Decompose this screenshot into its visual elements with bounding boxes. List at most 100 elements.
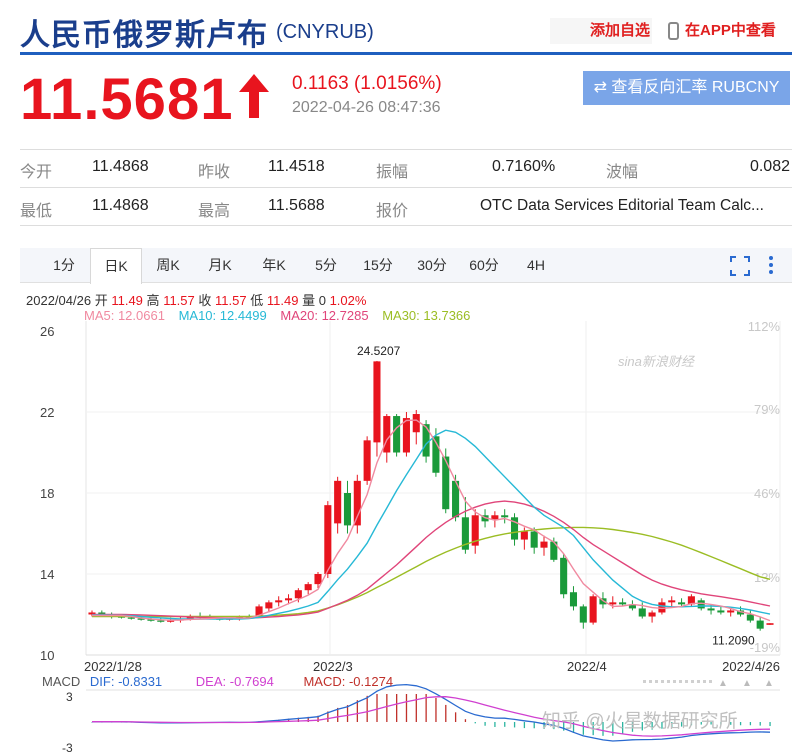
y-tick-label: 10: [40, 648, 54, 663]
candle-body: [422, 424, 430, 457]
candle-body: [648, 612, 656, 617]
candle-body: [353, 480, 361, 526]
scroller-arrow-icon: ▲: [718, 678, 728, 689]
macd-bar: [405, 694, 408, 722]
y-tick-label: 22: [40, 405, 54, 420]
scroller-dot: [649, 680, 652, 683]
macd-bar: [759, 722, 761, 726]
ma5-line: [92, 419, 771, 622]
macd-bar: [356, 700, 359, 722]
candle-body: [393, 416, 401, 453]
candle-body: [314, 574, 322, 585]
sina-watermark: sina新浪财经: [618, 354, 696, 369]
macd-bar: [474, 722, 476, 724]
macd-bar: [513, 722, 516, 728]
scroller-dot: [679, 680, 682, 683]
candle-body: [560, 557, 568, 595]
candle-body: [619, 602, 627, 605]
macd-bar: [739, 722, 742, 726]
scroller-dot: [655, 680, 658, 683]
candle-body: [265, 602, 273, 609]
pct-tick-label: 112%: [748, 319, 781, 334]
scroller-dot: [661, 680, 664, 683]
candle-body: [766, 623, 774, 625]
candle-body: [658, 602, 666, 613]
x-tick-label: 2022/4/26: [722, 659, 780, 674]
macd-bar: [494, 722, 496, 727]
scroller-dot: [697, 680, 700, 683]
macd-tick-label: 3: [66, 690, 73, 704]
candle-body: [412, 414, 420, 433]
macd-bar: [533, 722, 535, 729]
scroller-dot: [709, 680, 712, 683]
macd-bar: [346, 705, 349, 722]
pct-tick-label: 79%: [754, 402, 780, 417]
scroller-dot: [703, 680, 706, 683]
macd-bar: [396, 694, 398, 722]
candle-body: [746, 614, 754, 621]
scroller-arrow-icon: ▲: [742, 678, 752, 689]
candle-body: [727, 610, 735, 613]
scroller-arrow-icon: ▲: [764, 678, 774, 689]
ma30-line: [92, 526, 771, 618]
macd-bar: [464, 719, 467, 722]
candle-body: [707, 608, 715, 611]
candle-body: [697, 600, 705, 609]
scroller-dot: [673, 680, 676, 683]
x-tick-label: 2022/4: [567, 659, 607, 674]
candle-body: [402, 418, 410, 453]
macd-bar: [415, 694, 417, 722]
candle-body: [579, 606, 587, 623]
macd-bar: [504, 722, 506, 727]
candle-body: [540, 541, 548, 548]
y-tick-label: 18: [40, 486, 54, 501]
candle-body: [127, 617, 135, 619]
x-tick-label: 2022/3: [313, 659, 353, 674]
scroller-dot: [643, 680, 646, 683]
macd-label: MACD: [42, 674, 81, 689]
candle-body: [304, 584, 312, 591]
candle-body: [609, 602, 617, 605]
candle-body: [756, 620, 764, 629]
macd-bar: [523, 722, 526, 729]
candle-body: [343, 493, 352, 526]
candle-body: [569, 592, 578, 607]
macd-dea: DEA: -0.7694: [195, 674, 274, 689]
candle-body: [530, 531, 538, 548]
candle-body: [324, 505, 332, 574]
y-tick-label: 26: [40, 324, 54, 339]
macd-tick-label: -3: [62, 741, 73, 754]
candle-body: [589, 596, 597, 623]
candle-body: [157, 620, 165, 622]
macd-bar: [376, 694, 378, 722]
high-marker: 24.5207: [357, 344, 401, 358]
candle-body: [373, 361, 381, 443]
candle-body: [294, 590, 302, 599]
x-tick-label: 2022/1/28: [84, 659, 142, 674]
macd-bar: [445, 704, 447, 722]
candle-body: [334, 480, 342, 524]
macd-bar: [366, 695, 368, 722]
macd-bar: [386, 694, 388, 722]
pct-tick-label: 13%: [754, 570, 780, 585]
macd-value: MACD: -0.1274: [303, 674, 394, 689]
pct-tick-label: 46%: [754, 486, 780, 501]
scroller-dot: [691, 680, 694, 683]
candle-body: [284, 598, 293, 601]
macd-bar: [749, 722, 752, 726]
candle-body: [668, 600, 676, 603]
ma10-line: [92, 429, 771, 620]
candle-body: [491, 515, 499, 520]
candle-body: [520, 531, 528, 540]
candle-body: [717, 610, 725, 613]
y-tick-label: 14: [40, 567, 54, 582]
candle-body: [363, 440, 371, 481]
candlestick-chart[interactable]: sina新浪财经 2622181410112%79%46%13%-19% 24.…: [0, 0, 800, 754]
candle-body: [275, 600, 283, 603]
macd-dif: DIF: -0.8331: [89, 674, 163, 689]
macd-bar: [435, 697, 437, 722]
candle-body: [638, 608, 646, 617]
scroller-dot: [685, 680, 688, 683]
zhihu-watermark: 知乎 @火星数据研究所: [542, 710, 738, 732]
macd-bar: [769, 722, 771, 727]
